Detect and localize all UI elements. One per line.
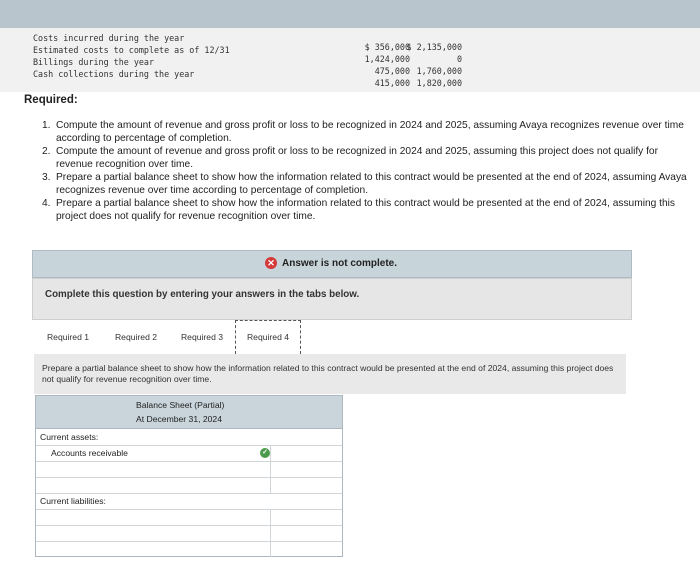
balance-sheet-date: At December 31, 2024 bbox=[136, 414, 222, 424]
error-x-icon: ✕ bbox=[265, 257, 277, 269]
tab-instructions-text: Prepare a partial balance sheet to show … bbox=[42, 363, 614, 384]
required-item-text: Prepare a partial balance sheet to show … bbox=[56, 198, 675, 222]
answer-status-bar: ✕ Answer is not complete. bbox=[32, 250, 632, 278]
required-item-text: Compute the amount of revenue and gross … bbox=[56, 146, 658, 170]
given-value-2025: 1,760,000 bbox=[416, 66, 462, 76]
balance-sheet-title: Balance Sheet (Partial) bbox=[136, 400, 225, 410]
accounts-receivable-amount-input[interactable] bbox=[271, 445, 342, 461]
tab-instructions-panel: Prepare a partial balance sheet to show … bbox=[34, 354, 626, 394]
instructions-box: Complete this question by entering your … bbox=[32, 278, 632, 320]
liability-label-input[interactable] bbox=[36, 509, 270, 525]
answer-status-text: Answer is not complete. bbox=[282, 257, 398, 269]
given-data-table: Costs incurred during the year Estimated… bbox=[0, 28, 700, 92]
asset-amount-input[interactable] bbox=[271, 477, 342, 493]
top-bar bbox=[0, 0, 700, 28]
given-value-2024: 415,000 bbox=[374, 78, 410, 88]
row-label: Current liabilities: bbox=[40, 496, 106, 506]
table-row bbox=[36, 525, 342, 542]
given-row-label: Estimated costs to complete as of 12/31 bbox=[33, 45, 230, 55]
required-item-number: 3. bbox=[42, 172, 51, 183]
tab-required-2[interactable]: Required 2 bbox=[106, 326, 166, 348]
required-item: 2. Compute the amount of revenue and gros… bbox=[40, 146, 690, 171]
required-item: 1. Compute the amount of revenue and gros… bbox=[40, 120, 690, 145]
table-row: Current assets: bbox=[36, 429, 342, 446]
tab-required-1[interactable]: Required 1 bbox=[38, 326, 98, 348]
required-item-number: 4. bbox=[42, 198, 51, 209]
liability-amount-input[interactable] bbox=[271, 509, 342, 525]
liability-label-input[interactable] bbox=[36, 525, 270, 541]
row-label: Current assets: bbox=[40, 432, 99, 442]
check-icon: ✓ bbox=[260, 448, 270, 458]
balance-sheet-header: Balance Sheet (Partial) At December 31, … bbox=[36, 396, 342, 429]
table-row bbox=[36, 461, 342, 478]
given-value-2024: 1,424,000 bbox=[364, 54, 410, 64]
liability-amount-input[interactable] bbox=[271, 541, 342, 557]
given-value-2025: $ 2,135,000 bbox=[406, 42, 462, 52]
instructions-text: Complete this question by entering your … bbox=[45, 289, 360, 300]
required-item-text: Prepare a partial balance sheet to show … bbox=[56, 172, 687, 196]
table-row bbox=[36, 509, 342, 526]
tab-required-3[interactable]: Required 3 bbox=[172, 326, 232, 348]
table-row bbox=[36, 477, 342, 494]
required-item: 4. Prepare a partial balance sheet to sho… bbox=[40, 198, 690, 223]
table-row: Accounts receivable ✓ bbox=[36, 445, 342, 462]
liability-label-input[interactable] bbox=[36, 541, 270, 557]
given-value-2024: $ 356,000 bbox=[364, 42, 410, 52]
table-row: Current liabilities: bbox=[36, 493, 342, 510]
required-item-number: 1. bbox=[42, 120, 51, 131]
liability-amount-input[interactable] bbox=[271, 525, 342, 541]
required-item-text: Compute the amount of revenue and gross … bbox=[56, 120, 684, 144]
balance-sheet-table: Balance Sheet (Partial) At December 31, … bbox=[35, 395, 343, 557]
given-row-label: Costs incurred during the year bbox=[33, 33, 185, 43]
asset-amount-input[interactable] bbox=[271, 461, 342, 477]
given-row-label: Billings during the year bbox=[33, 57, 155, 67]
given-value-2025: 1,820,000 bbox=[416, 78, 462, 88]
row-label: Accounts receivable bbox=[51, 448, 128, 458]
required-list: 1. Compute the amount of revenue and gros… bbox=[40, 120, 690, 224]
table-row bbox=[36, 541, 342, 557]
given-row-label: Cash collections during the year bbox=[33, 69, 195, 79]
given-value-2025: 0 bbox=[456, 54, 462, 64]
asset-label-input[interactable] bbox=[36, 461, 270, 477]
tab-required-4[interactable]: Required 4 bbox=[235, 320, 301, 354]
answer-status: ✕ Answer is not complete. bbox=[265, 257, 397, 269]
asset-label-input[interactable] bbox=[36, 477, 270, 493]
given-value-2024: 475,000 bbox=[374, 66, 410, 76]
required-item-number: 2. bbox=[42, 146, 51, 157]
required-item: 3. Prepare a partial balance sheet to sho… bbox=[40, 172, 690, 197]
required-heading: Required: bbox=[24, 94, 78, 106]
